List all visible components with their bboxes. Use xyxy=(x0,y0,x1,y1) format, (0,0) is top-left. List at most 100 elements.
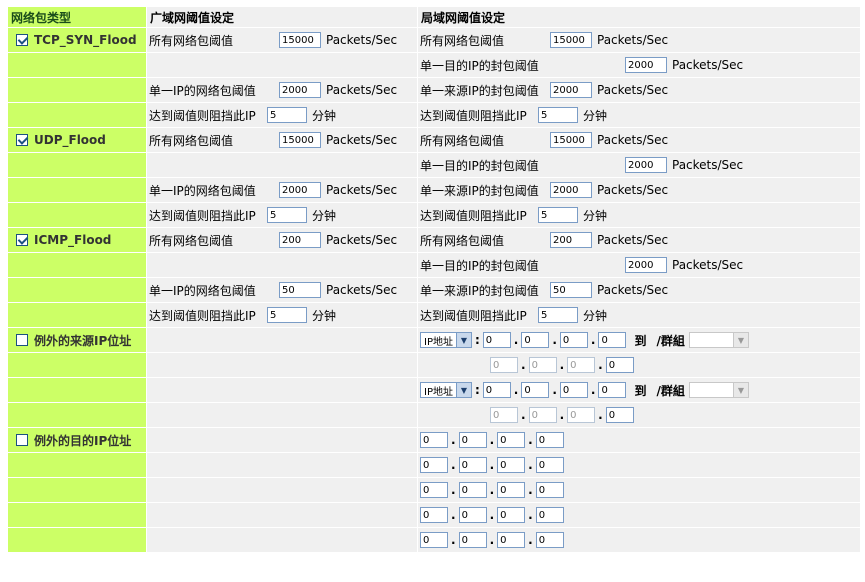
dst-exception-4-dot: . xyxy=(451,508,456,522)
icmp_flood-lan-block-unit: 分钟 xyxy=(583,308,608,323)
dst-exception-5-octet-2[interactable] xyxy=(458,532,487,548)
src-exception-3-group-select[interactable]: ▼ xyxy=(688,382,749,398)
src-exception-4-octet-4[interactable] xyxy=(605,407,634,423)
src-exception-3-octet-3[interactable] xyxy=(559,382,588,398)
src-exception-1-group-select[interactable]: ▼ xyxy=(688,332,749,348)
header-type: 网络包类型 xyxy=(7,6,147,28)
dst-exception-5-octet-1[interactable] xyxy=(420,532,448,548)
src-exception-1-octet-1[interactable] xyxy=(482,332,511,348)
dst-exception-2-dot: . xyxy=(528,458,533,472)
udp_flood-lan-dest-label: 单一目的IP的封包阈值 xyxy=(420,158,539,173)
udp_flood-lan-block-unit: 分钟 xyxy=(583,208,608,223)
dst-exception-checkbox[interactable] xyxy=(16,434,28,446)
dst-exception-4-octet-4[interactable] xyxy=(535,507,564,523)
udp_flood-wan-ip-input[interactable] xyxy=(279,182,321,198)
src-exception-3-octet-2[interactable] xyxy=(521,382,550,398)
udp_flood-wan-all-input[interactable] xyxy=(279,132,321,148)
udp_flood-checkbox[interactable] xyxy=(16,134,28,146)
tcp_syn_flood-label: TCP_SYN_Flood xyxy=(34,33,137,47)
dst-exception-2-dot: . xyxy=(451,458,456,472)
icmp_flood-checkbox[interactable] xyxy=(16,234,28,246)
tcp_syn_flood-wan-all-input[interactable] xyxy=(279,32,321,48)
tcp_syn_flood-lan-block-input[interactable] xyxy=(538,107,578,123)
table-row: 达到阈值则阻挡此IP 分钟 达到阈值则阻挡此IP 分钟 xyxy=(7,202,861,228)
dst-exception-3-octet-1[interactable] xyxy=(420,482,448,498)
table-row: 达到阈值则阻挡此IP 分钟 达到阈值则阻挡此IP 分钟 xyxy=(7,102,861,128)
icmp_flood-lan-block-input[interactable] xyxy=(538,307,578,323)
src-exception-4-octet-2[interactable] xyxy=(528,407,557,423)
src-exception-2-octet-3[interactable] xyxy=(567,357,596,373)
udp_flood-lan-all-input[interactable] xyxy=(550,132,592,148)
udp_flood-lan-dest-input[interactable] xyxy=(625,157,667,173)
udp_flood-lan-block-input[interactable] xyxy=(538,207,578,223)
udp_flood-lan-src-label: 单一来源IP的封包阈值 xyxy=(420,183,539,198)
dst-exception-2-octet-1[interactable] xyxy=(420,457,448,473)
dst-exception-3-dot: . xyxy=(451,483,456,497)
icmp_flood-lan-dest-input[interactable] xyxy=(625,257,667,273)
udp_flood-lan-src-input[interactable] xyxy=(550,182,592,198)
icmp_flood-lan-src-input[interactable] xyxy=(550,282,592,298)
dst-exception-3-octet-4[interactable] xyxy=(535,482,564,498)
tcp_syn_flood-wan-ip-input[interactable] xyxy=(279,82,321,98)
dst-exception-1-octet-1[interactable] xyxy=(420,432,448,448)
dst-exception-2-octet-3[interactable] xyxy=(497,457,526,473)
tcp_syn_flood-lan-dest-input[interactable] xyxy=(625,57,667,73)
tcp_syn_flood-wan-block-input[interactable] xyxy=(267,107,307,123)
src-exception-3-octet-1[interactable] xyxy=(482,382,511,398)
tcp_syn_flood-wan-block-cell: 达到阈值则阻挡此IP 分钟 xyxy=(146,102,418,128)
src-exception-wan-empty xyxy=(146,377,418,403)
src-exception-2-dot: . xyxy=(521,358,526,372)
src-exception-3-dot: . xyxy=(552,383,557,397)
src-exception-4-octet-3[interactable] xyxy=(567,407,596,423)
dst-exception-5-octet-3[interactable] xyxy=(497,532,526,548)
dst-exception-4-octet-3[interactable] xyxy=(497,507,526,523)
src-exception-1-octet-4[interactable] xyxy=(598,332,627,348)
icmp_flood-wan-block-input[interactable] xyxy=(267,307,307,323)
src-exception-2-octet-4[interactable] xyxy=(605,357,634,373)
src-exception-spacer xyxy=(7,377,147,403)
udp_flood-wan-all-unit: Packets/Sec xyxy=(326,133,398,147)
tcp_syn_flood-wan-ip-unit: Packets/Sec xyxy=(326,83,398,97)
udp_flood-lan-dest-unit: Packets/Sec xyxy=(672,158,744,172)
dst-exception-2-octet-4[interactable] xyxy=(535,457,564,473)
icmp_flood-lan-all-input[interactable] xyxy=(550,232,592,248)
src-exception-3-octet-4[interactable] xyxy=(598,382,627,398)
src-exception-2-octet-2[interactable] xyxy=(528,357,557,373)
src-exception-4-dot: . xyxy=(559,408,565,422)
dst-exception-5-octet-4[interactable] xyxy=(535,532,564,548)
src-exception-3-type-select[interactable]: IP地址 ▼ xyxy=(420,382,472,398)
header-wan: 广域网阈值设定 xyxy=(146,6,418,28)
dst-exception-wan-empty xyxy=(146,452,418,478)
dst-exception-3-octet-3[interactable] xyxy=(497,482,526,498)
dst-exception-2-octet-2[interactable] xyxy=(458,457,487,473)
icmp_flood-spacer-4 xyxy=(7,302,147,328)
src-exception-4-dot: . xyxy=(521,408,526,422)
src-exception-1-type-select[interactable]: IP地址 ▼ xyxy=(420,332,472,348)
dst-exception-3-octet-2[interactable] xyxy=(458,482,487,498)
dst-exception-4-octet-1[interactable] xyxy=(420,507,448,523)
icmp_flood-wan-ip-input[interactable] xyxy=(279,282,321,298)
dst-exception-wan-empty xyxy=(146,502,418,528)
tcp_syn_flood-lan-src-input[interactable] xyxy=(550,82,592,98)
icmp_flood-wan-all-input[interactable] xyxy=(279,232,321,248)
tcp_syn_flood-checkbox[interactable] xyxy=(16,34,28,46)
udp_flood-lan-block-label: 达到阈值则阻挡此IP xyxy=(420,208,527,223)
tcp_syn_flood-lan-all-input[interactable] xyxy=(550,32,592,48)
dst-exception-3-dot: . xyxy=(528,483,533,497)
src-exception-4-dot: . xyxy=(598,408,603,422)
src-exception-1-octet-2[interactable] xyxy=(521,332,550,348)
udp_flood-wan-block-unit: 分钟 xyxy=(312,208,337,223)
src-exception-2-octet-1[interactable] xyxy=(490,357,518,373)
icmp_flood-label: ICMP_Flood xyxy=(34,233,112,247)
dst-exception-1-octet-4[interactable] xyxy=(535,432,564,448)
src-exception-checkbox[interactable] xyxy=(16,334,28,346)
dst-exception-4-octet-2[interactable] xyxy=(458,507,487,523)
src-exception-1-octet-3[interactable] xyxy=(559,332,588,348)
dst-exception-1-dot: . xyxy=(451,433,456,447)
icmp_flood-wan-empty xyxy=(146,252,418,278)
header-type-label: 网络包类型 xyxy=(11,10,72,25)
dst-exception-1-octet-2[interactable] xyxy=(458,432,487,448)
udp_flood-wan-block-input[interactable] xyxy=(267,207,307,223)
dst-exception-1-octet-3[interactable] xyxy=(497,432,526,448)
src-exception-4-octet-1[interactable] xyxy=(490,407,518,423)
